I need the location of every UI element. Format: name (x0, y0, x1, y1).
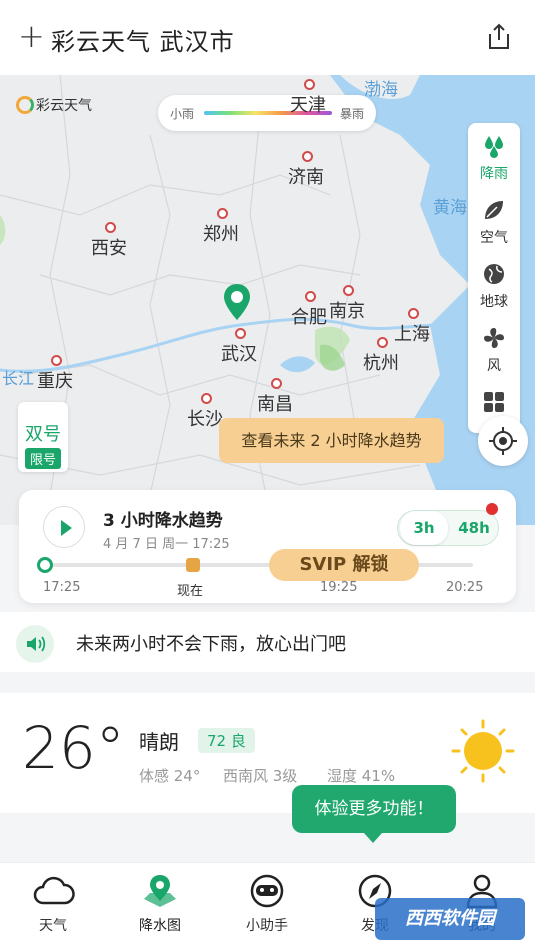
city-label[interactable]: 济南 (288, 151, 324, 189)
city-dot-icon (201, 393, 212, 404)
yangtze-label: 长江 (2, 369, 35, 388)
city-label[interactable]: 郑州 (203, 208, 239, 246)
city-dot-icon (51, 355, 62, 366)
sunny-icon (451, 719, 515, 783)
speaker-icon[interactable] (16, 625, 54, 663)
humidity: 湿度 41% (327, 767, 396, 785)
city-dot-icon (235, 328, 246, 339)
aqi-badge[interactable]: 72 良 (198, 728, 255, 753)
city-label[interactable]: 南昌 (257, 378, 293, 416)
wind: 西南风 3级 (223, 767, 298, 785)
feature-tooltip[interactable]: 体验更多功能！ (292, 785, 456, 843)
tick-mid: 19:25 (320, 580, 358, 595)
rain-map[interactable]: 彩云天气 小雨 暴雨 天津济南郑州西安合肥 南京上海武汉 杭州重庆南昌长沙 黄海 渤… (0, 75, 535, 525)
city-dot-icon (302, 151, 313, 162)
city-label[interactable]: 长沙 (187, 393, 223, 431)
share-icon[interactable] (486, 23, 512, 51)
rain-legend: 小雨 暴雨 (158, 95, 376, 131)
play-button[interactable] (43, 506, 85, 548)
yellow-sea-label: 黄海 (433, 198, 467, 218)
location-pin-icon[interactable] (222, 282, 252, 322)
city-name: 南昌 (257, 394, 293, 415)
tick-start: 17:25 (43, 580, 81, 595)
fan-icon (484, 328, 504, 348)
nav-rain-map[interactable]: 降水图 (115, 871, 205, 935)
locate-button[interactable] (478, 416, 528, 466)
condition: 晴朗 (139, 730, 179, 754)
layer-rain[interactable]: 降雨 (468, 127, 520, 187)
city-dot-icon (408, 308, 419, 319)
city-label[interactable]: 上海 (394, 308, 430, 346)
legend-high-label: 暴雨 (340, 107, 365, 121)
crosshair-icon (489, 427, 517, 455)
city-label[interactable]: 西安 (91, 222, 127, 260)
toggle-3h[interactable]: 3h (400, 511, 448, 545)
city-name: 郑州 (203, 224, 239, 245)
restriction-badge: 限号 (24, 448, 61, 469)
map-pin-icon (144, 875, 176, 907)
cloud-icon (33, 876, 75, 905)
trend-date: 4 月 7 日 周一 17:25 (103, 537, 230, 552)
city-dot-icon (304, 79, 315, 90)
svip-unlock-button[interactable]: SVIP 解锁 (269, 549, 419, 581)
city-name: 上海 (394, 324, 430, 345)
legend-low-label: 小雨 (170, 107, 195, 121)
globe-icon (484, 264, 504, 284)
city-name: 天津 (290, 95, 326, 116)
site-watermark: 西西软件园 (375, 898, 525, 940)
timeline-knob[interactable] (37, 557, 53, 573)
nav-weather[interactable]: 天气 (8, 871, 98, 935)
plus-icon[interactable]: + (18, 20, 45, 52)
lock-icon (186, 558, 200, 572)
layer-wind[interactable]: 风 (468, 319, 520, 379)
temperature: 26° (22, 714, 125, 782)
tick-end: 20:25 (446, 580, 484, 595)
tick-now: 现在 (177, 584, 204, 599)
trend-title: 3 小时降水趋势 (103, 511, 223, 531)
city-label[interactable]: 杭州 (363, 337, 399, 375)
top-bar: + 彩云天气 武汉市 (0, 0, 535, 75)
notification-dot (486, 503, 498, 515)
grid-icon (484, 392, 504, 412)
city-dot-icon (105, 222, 116, 233)
city-dot-icon (343, 285, 354, 296)
city-name: 合肥 (291, 307, 327, 328)
leaf-icon (485, 201, 503, 219)
city-dot-icon (271, 378, 282, 389)
precipitation-trend-card: 3 小时降水趋势 4 月 7 日 周一 17:25 3h 48h SVIP 解锁… (19, 490, 516, 603)
bohai-label: 渤海 (364, 80, 398, 100)
city-label[interactable]: 南京 (329, 285, 365, 323)
caiyun-logo-icon (16, 96, 34, 114)
city-dot-icon (305, 291, 316, 302)
restriction-title: 双号 (25, 424, 61, 445)
map-layer-panel: 降雨 空气 地球 风 (468, 123, 520, 433)
location-title[interactable]: 彩云天气 武汉市 (51, 22, 235, 57)
layer-globe[interactable]: 地球 (468, 255, 520, 315)
range-toggle: 3h 48h (397, 503, 499, 546)
city-label[interactable]: 重庆 (37, 355, 73, 393)
city-name: 济南 (288, 167, 324, 188)
city-label[interactable]: 合肥 (291, 291, 327, 329)
city-name: 长沙 (187, 409, 223, 430)
toggle-48h[interactable]: 48h (450, 511, 498, 545)
city-name: 南京 (329, 301, 365, 322)
notice-text: 未来两小时不会下雨，放心出门吧 (76, 634, 346, 655)
rain-drops-icon (485, 136, 503, 158)
assistant-icon (250, 874, 284, 908)
feels-like: 体感 24° (139, 767, 201, 785)
city-label[interactable]: 武汉 (221, 328, 257, 366)
trend-tip[interactable]: 查看未来 2 小时降水趋势 (219, 418, 444, 463)
city-name: 重庆 (37, 371, 73, 392)
nav-assistant[interactable]: 小助手 (222, 871, 312, 935)
rain-notice[interactable]: 未来两小时不会下雨，放心出门吧 (0, 612, 535, 672)
city-dot-icon (217, 208, 228, 219)
city-name: 杭州 (363, 353, 399, 374)
layer-air[interactable]: 空气 (468, 191, 520, 251)
city-name: 武汉 (221, 344, 257, 365)
city-name: 西安 (91, 238, 127, 259)
brand-logo: 彩云天气 (16, 95, 92, 115)
city-label[interactable]: 天津 (290, 79, 326, 117)
city-dot-icon (377, 337, 388, 348)
traffic-restriction-card[interactable]: 双号 限号 (18, 402, 68, 472)
